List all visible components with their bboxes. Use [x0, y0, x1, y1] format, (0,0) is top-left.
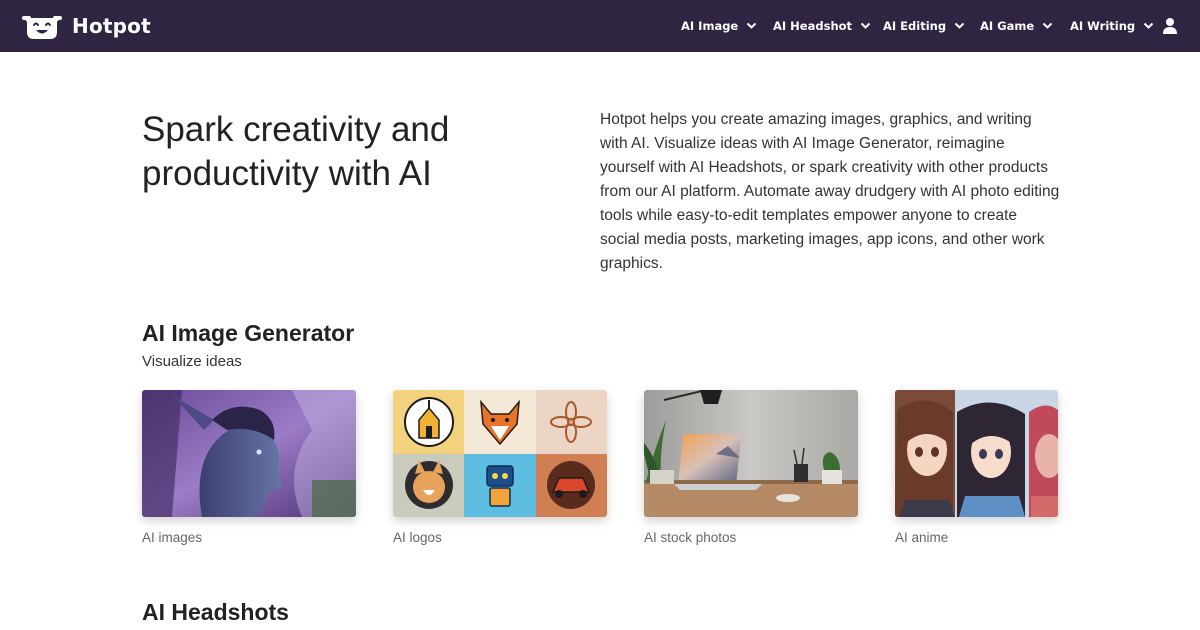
nav-item-ai-game[interactable]: AI Game — [980, 0, 1053, 52]
chevron-down-icon — [860, 22, 871, 29]
chevron-down-icon — [1143, 22, 1154, 29]
card-ai-logos[interactable] — [393, 390, 607, 517]
nav-item-label: AI Image — [681, 19, 739, 33]
hero-title: Spark creativity and productivity with A… — [142, 110, 450, 193]
nav-item-label: AI Game — [980, 19, 1035, 33]
ai-images-thumbnail — [142, 390, 356, 517]
nav-item-ai-headshot[interactable]: AI Headshot — [773, 0, 871, 52]
chevron-down-icon — [747, 22, 757, 29]
nav-item-label: AI Headshot — [773, 19, 853, 33]
card-label[interactable]: AI logos — [393, 528, 442, 548]
card-ai-anime[interactable] — [895, 390, 1058, 517]
ai-anime-thumbnail — [895, 390, 1058, 517]
nav-item-ai-writing[interactable]: AI Writing — [1070, 0, 1154, 52]
nav-item-ai-image[interactable]: AI Image — [681, 0, 757, 52]
card-ai-stock-photos[interactable] — [644, 390, 858, 517]
ai-stock-photos-thumbnail — [644, 390, 858, 517]
nav-item-ai-editing[interactable]: AI Editing — [883, 0, 965, 52]
top-navbar: Hotpot AI Image AI Headshot AI Editing A… — [0, 0, 1200, 52]
card-label[interactable]: AI stock photos — [644, 528, 736, 548]
ai-logos-thumbnail — [393, 390, 607, 517]
hero-description: Hotpot helps you create amazing images, … — [600, 111, 1060, 272]
card-label[interactable]: AI anime — [895, 528, 948, 548]
card-ai-images[interactable] — [142, 390, 356, 517]
nav-item-label: AI Writing — [1070, 19, 1136, 33]
section-title[interactable]: AI Image Generator — [142, 318, 354, 348]
chevron-down-icon — [954, 22, 965, 29]
section-title[interactable]: AI Headshots — [142, 597, 289, 627]
nav-item-label: AI Editing — [883, 19, 947, 33]
user-icon[interactable] — [1162, 17, 1178, 35]
section-subtitle: Visualize ideas — [142, 353, 242, 370]
card-label[interactable]: AI images — [142, 528, 202, 548]
chevron-down-icon — [1042, 22, 1053, 29]
main-nav: AI Image AI Headshot AI Editing AI Game … — [0, 0, 1200, 52]
